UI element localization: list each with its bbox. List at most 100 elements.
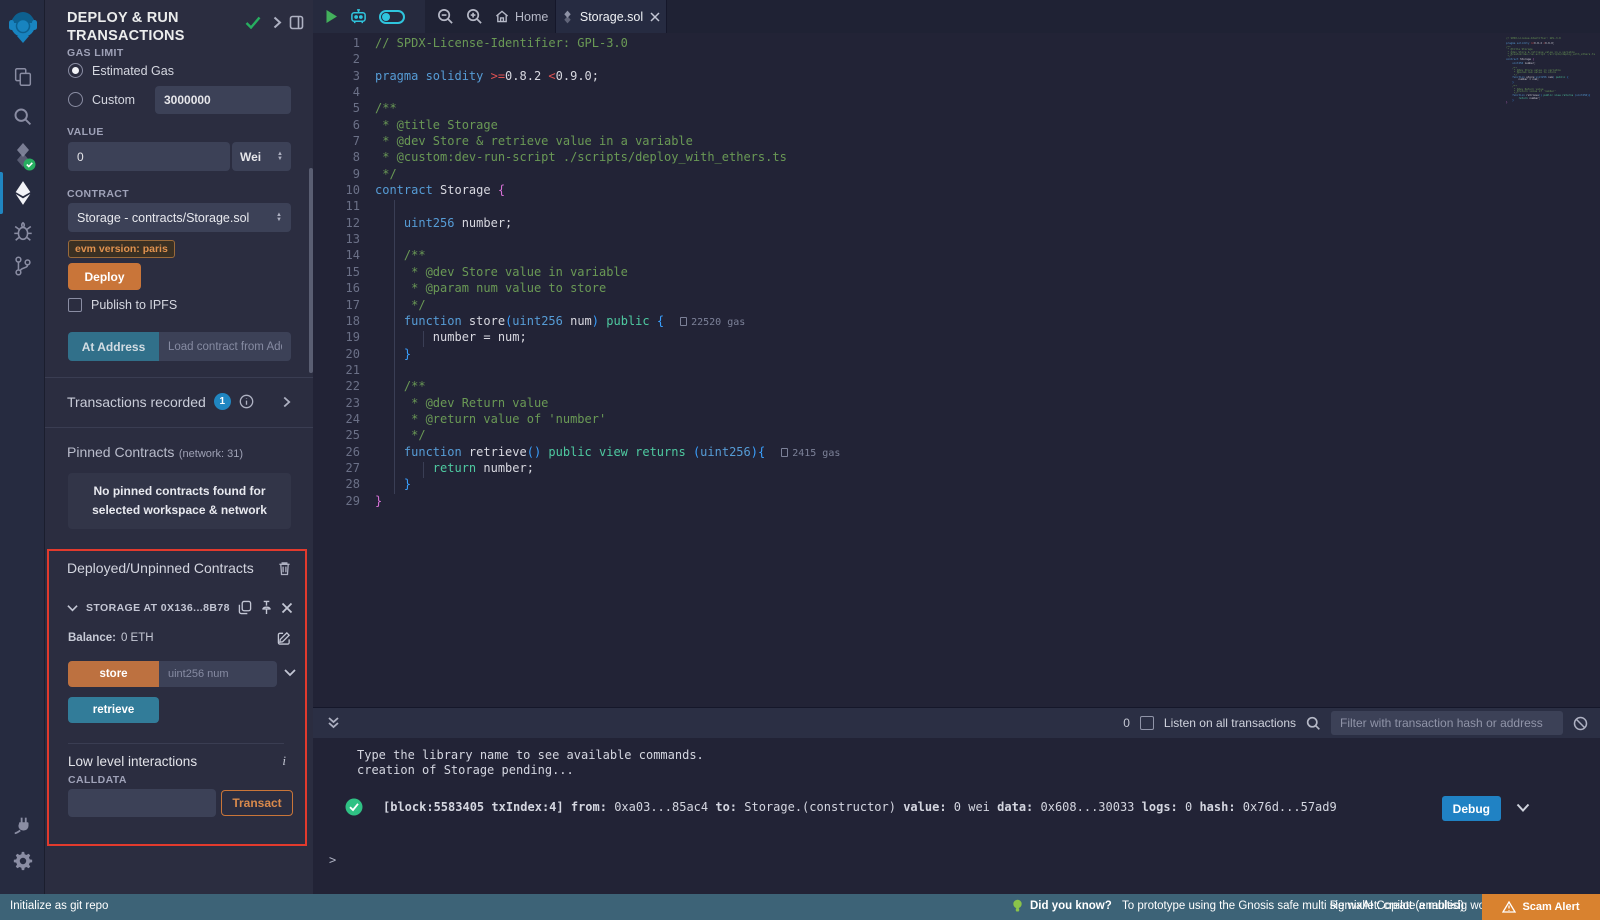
- settings-gear-icon[interactable]: [0, 846, 45, 876]
- checkbox-icon[interactable]: [68, 298, 82, 312]
- code-line: 21: [313, 362, 1600, 378]
- search-icon[interactable]: [0, 101, 45, 131]
- code-lines: 1// SPDX-License-Identifier: GPL-3.023pr…: [313, 33, 1600, 509]
- status-bar: Initialize as git repo Did you know? To …: [0, 894, 1600, 920]
- code-line: 10contract Storage {: [313, 182, 1600, 198]
- code-line: 5/**: [313, 100, 1600, 116]
- pinned-empty-message: No pinned contracts found for selected w…: [68, 473, 291, 529]
- zoom-tools: Home: [431, 0, 548, 33]
- listen-all-checkbox[interactable]: [1140, 716, 1154, 730]
- radio-unselected-icon[interactable]: [68, 92, 83, 107]
- expand-log-chevron-icon[interactable]: [1516, 803, 1530, 813]
- custom-gas-radio[interactable]: Custom: [68, 92, 135, 107]
- select-arrows-icon: ▲▼: [277, 152, 283, 162]
- zoom-out-icon[interactable]: [437, 8, 454, 25]
- store-args-input[interactable]: [159, 661, 277, 687]
- at-address-button[interactable]: At Address: [68, 332, 159, 361]
- estimated-gas-radio[interactable]: Estimated Gas: [68, 63, 174, 78]
- copilot-toggle[interactable]: [379, 10, 405, 24]
- code-line: 9 */: [313, 166, 1600, 182]
- contract-select[interactable]: Storage - contracts/Storage.sol ▲▼: [68, 203, 291, 232]
- remix-logo[interactable]: [0, 8, 45, 48]
- calldata-input[interactable]: [68, 789, 216, 817]
- tx-log-line[interactable]: [block:5583405 txIndex:4] from: 0xa03...…: [383, 800, 1433, 815]
- evm-version-badge: evm version: paris: [68, 240, 175, 258]
- ai-copilot-robot-icon[interactable]: [349, 8, 368, 25]
- chevron-right-icon[interactable]: [272, 16, 282, 29]
- deployed-contracts-title: Deployed/Unpinned Contracts: [67, 560, 254, 576]
- close-icon[interactable]: [281, 602, 293, 614]
- terminal-prompt[interactable]: >: [329, 853, 336, 868]
- retrieve-function-button[interactable]: retrieve: [68, 697, 159, 723]
- editor-tab-bar: Home Storage.sol: [313, 0, 1600, 33]
- close-tab-icon[interactable]: [650, 12, 660, 22]
- chevron-right-icon[interactable]: [282, 396, 291, 408]
- transaction-filter-input[interactable]: [1331, 711, 1563, 735]
- code-line: 26 function retrieve() public view retur…: [313, 444, 1600, 460]
- transact-button[interactable]: Transact: [221, 790, 293, 816]
- terminal-header: 0 Listen on all transactions: [313, 708, 1600, 738]
- debug-button[interactable]: Debug: [1442, 796, 1501, 821]
- code-line: 23 * @dev Return value: [313, 395, 1600, 411]
- debugger-icon[interactable]: [0, 218, 45, 246]
- value-unit-select[interactable]: Wei ▲▼: [232, 142, 291, 171]
- search-icon: [1306, 716, 1321, 731]
- low-level-header: Low level interactions i: [68, 753, 286, 769]
- code-line: 29}: [313, 493, 1600, 509]
- git-icon[interactable]: [0, 252, 45, 280]
- code-line: 8 * @custom:dev-run-script ./scripts/dep…: [313, 149, 1600, 165]
- chevron-down-icon[interactable]: [67, 604, 78, 612]
- radio-selected-icon[interactable]: [68, 63, 83, 78]
- info-glyph[interactable]: i: [282, 753, 286, 769]
- contract-instance-label: STORAGE AT 0X136...8B78: [86, 602, 230, 614]
- clear-console-icon[interactable]: [1573, 716, 1588, 731]
- deploy-button[interactable]: Deploy: [68, 263, 141, 290]
- zoom-in-icon[interactable]: [466, 8, 483, 25]
- select-arrows-icon: ▲▼: [276, 213, 282, 223]
- at-address-input[interactable]: [159, 332, 291, 361]
- contract-label: CONTRACT: [67, 188, 129, 200]
- custom-gas-input[interactable]: [155, 86, 291, 114]
- indent-guide: [423, 462, 424, 478]
- scam-alert-badge[interactable]: Scam Alert: [1482, 894, 1600, 920]
- store-function-button[interactable]: store: [68, 661, 159, 687]
- indent-guide: [394, 200, 395, 494]
- transactions-count-badge: 1: [214, 393, 231, 410]
- edit-icon[interactable]: [277, 631, 291, 645]
- expand-args-chevron-icon[interactable]: [284, 668, 296, 677]
- publish-ipfs-checkbox[interactable]: Publish to IPFS: [68, 298, 177, 312]
- code-line: 28 }: [313, 476, 1600, 492]
- solidity-compiler-icon[interactable]: [0, 139, 45, 173]
- balance-value: 0 ETH: [121, 632, 154, 644]
- code-line: 20 }: [313, 346, 1600, 362]
- tab-home[interactable]: Home: [495, 10, 548, 24]
- minimap[interactable]: // SPDX-License-Identifier: GPL-3.0 prag…: [1506, 38, 1592, 105]
- code-line: 3pragma solidity >=0.8.2 <0.9.0;: [313, 68, 1600, 84]
- transactions-recorded-row[interactable]: Transactions recorded 1: [67, 393, 291, 410]
- plugin-manager-icon[interactable]: [0, 810, 45, 840]
- pin-panel-icon[interactable]: [289, 15, 304, 30]
- deploy-run-icon[interactable]: [0, 178, 45, 208]
- minimap-line: * @custom:dev-run-script ./scripts/deplo…: [1506, 54, 1592, 56]
- code-editor[interactable]: 1// SPDX-License-Identifier: GPL-3.023pr…: [313, 33, 1600, 707]
- tab-storage-sol[interactable]: Storage.sol: [555, 0, 667, 33]
- value-input[interactable]: [68, 142, 230, 171]
- collapse-terminal-icon[interactable]: [327, 716, 340, 730]
- info-icon[interactable]: [239, 394, 254, 409]
- run-script-play-icon[interactable]: [325, 9, 338, 24]
- warning-icon: [1502, 901, 1516, 913]
- copy-icon[interactable]: [238, 600, 252, 615]
- trash-icon[interactable]: [278, 561, 291, 576]
- pin-icon[interactable]: [260, 600, 273, 615]
- git-init-status[interactable]: Initialize as git repo: [10, 900, 108, 912]
- tip-text: To prototype using the Gnosis safe multi…: [1122, 900, 1529, 912]
- code-line: 1// SPDX-License-Identifier: GPL-3.0: [313, 35, 1600, 51]
- file-explorer-icon[interactable]: [0, 62, 45, 92]
- code-line: 11: [313, 198, 1600, 214]
- code-line: 24 * @return value of 'number': [313, 411, 1600, 427]
- compile-success-check-icon: [245, 16, 261, 29]
- copilot-status[interactable]: RemixAI Copilot (enabled): [1330, 900, 1464, 912]
- code-line: 4: [313, 84, 1600, 100]
- code-line: 13: [313, 231, 1600, 247]
- contract-instance-row[interactable]: STORAGE AT 0X136...8B78: [67, 600, 293, 615]
